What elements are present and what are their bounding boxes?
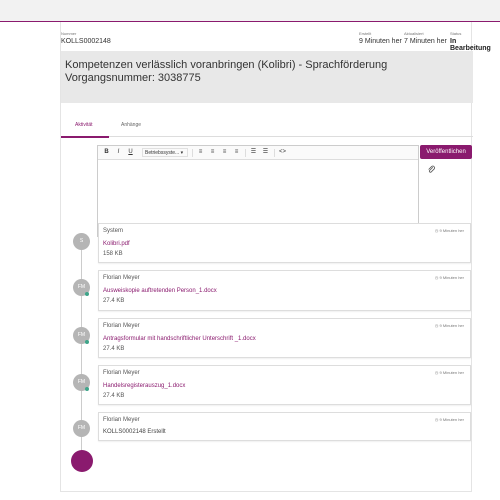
activity-time: ◷ 9 Minuten her (434, 323, 464, 328)
online-indicator (85, 292, 89, 296)
online-indicator (85, 340, 89, 344)
page-title: Kompetenzen verlässlich voranbringen (Ko… (65, 59, 388, 84)
add-activity-button[interactable] (71, 450, 93, 472)
activity-card: Florian Meyer ◷ 9 Minuten her Handelsreg… (98, 365, 471, 405)
font-select-value: Betriebssyste... (145, 150, 180, 156)
editor-toolbar: B I U Betriebssyste... ▾ ≡ ≡ ≡ ≡ ☰ ☰ <> (98, 146, 418, 160)
align-left-icon[interactable]: ≡ (196, 148, 205, 157)
activity-card: Florian Meyer ◷ 9 Minuten her Antragsfor… (98, 318, 471, 358)
activity-author: Florian Meyer (103, 417, 140, 423)
italic-icon[interactable]: I (114, 148, 123, 157)
attachment-size: 27.4 KB (103, 298, 125, 304)
attachment-link[interactable]: Handelsregisterauszug_1.docx (103, 383, 185, 389)
activity-card: System ◷ 9 Minuten her Kolibri.pdf 158 K… (98, 223, 471, 263)
activity-time-text: 9 Minuten her (439, 323, 464, 328)
font-select[interactable]: Betriebssyste... ▾ (142, 148, 188, 157)
attachment-size: 27.4 KB (103, 393, 125, 399)
align-justify-icon[interactable]: ≡ (232, 148, 241, 157)
activity-author: Florian Meyer (103, 323, 140, 329)
attachment-size: 27.4 KB (103, 346, 125, 352)
tab-bar: Aktivität Anhänge (61, 119, 473, 138)
avatar: FM (73, 420, 90, 437)
updated-value: 7 Minuten her (404, 38, 447, 45)
status-value: In Bearbeitung (450, 38, 491, 52)
activity-author: System (103, 228, 124, 234)
number-value: KOLLS0002148 (61, 38, 111, 45)
active-tab-indicator (61, 136, 109, 138)
activity-text: KOLLS0002148 Erstellt (103, 429, 166, 435)
created-value: 9 Minuten her (359, 38, 402, 45)
created-label: Erstellt (359, 31, 372, 36)
activity-card: Florian Meyer ◷ 9 Minuten her KOLLS00021… (98, 412, 471, 441)
toolbar-divider (245, 149, 246, 157)
paperclip-icon[interactable] (427, 165, 436, 174)
activity-card: Florian Meyer ◷ 9 Minuten her Ausweiskop… (98, 270, 471, 311)
toolbar-divider (274, 149, 275, 157)
page-container: Nummer KOLLS0002148 Erstellt 9 Minuten h… (60, 22, 491, 492)
tab-activity[interactable]: Aktivität (75, 122, 93, 128)
align-right-icon[interactable]: ≡ (220, 148, 229, 157)
online-indicator (85, 387, 89, 391)
activity-time-text: 9 Minuten her (439, 370, 464, 375)
attachment-link[interactable]: Antragsformular mit handschriftlicher Un… (103, 336, 256, 342)
toolbar-divider (192, 149, 193, 157)
code-icon[interactable]: <> (278, 148, 287, 157)
activity-time: ◷ 9 Minuten her (434, 228, 464, 233)
align-center-icon[interactable]: ≡ (208, 148, 217, 157)
activity-time: ◷ 9 Minuten her (434, 370, 464, 375)
attachment-size: 158 KB (103, 251, 123, 257)
activity-time: ◷ 9 Minuten her (434, 275, 464, 280)
status-label: Status (450, 31, 462, 36)
attachment-link[interactable]: Ausweiskopie auftretenden Person_1.docx (103, 288, 217, 294)
bullet-list-icon[interactable]: ☰ (249, 148, 258, 157)
activity-time-text: 9 Minuten her (439, 417, 464, 422)
number-label: Nummer (61, 31, 77, 36)
underline-icon[interactable]: U (126, 148, 135, 157)
updated-label: Aktualisiert (404, 31, 424, 36)
attachment-link[interactable]: Kolibri.pdf (103, 241, 130, 247)
tab-attachments[interactable]: Anhänge (121, 122, 141, 128)
activity-time: ◷ 9 Minuten her (434, 417, 464, 422)
publish-button[interactable]: Veröffentlichen (420, 145, 472, 159)
activity-time-text: 9 Minuten her (439, 275, 464, 280)
numbered-list-icon[interactable]: ☰ (261, 148, 270, 157)
top-bar (0, 0, 500, 22)
activity-time-text: 9 Minuten her (439, 228, 464, 233)
bold-icon[interactable]: B (102, 148, 111, 157)
activity-author: Florian Meyer (103, 275, 140, 281)
title-box: Kompetenzen verlässlich voranbringen (Ko… (61, 51, 473, 103)
avatar: S (73, 233, 90, 250)
activity-author: Florian Meyer (103, 370, 140, 376)
